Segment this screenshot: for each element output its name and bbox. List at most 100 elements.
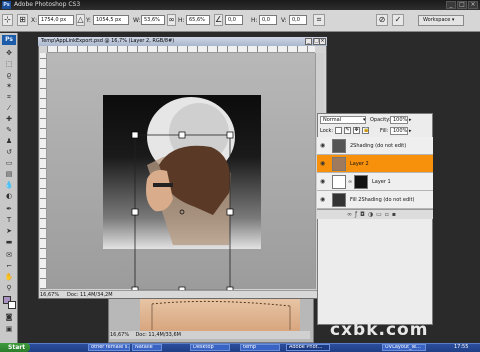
y-position-field[interactable]: 1054,5 px xyxy=(93,15,129,25)
opacity-field[interactable]: 100% xyxy=(390,116,408,124)
cancel-transform-icon[interactable]: ⊘ xyxy=(376,14,388,26)
transform-bounding-box[interactable] xyxy=(130,130,236,300)
new-group-icon[interactable]: ▭ xyxy=(376,211,385,218)
reference-point-icon[interactable]: ⊞ xyxy=(17,14,28,26)
lock-position-icon[interactable]: ✥ xyxy=(353,127,360,134)
lock-transparency-icon[interactable] xyxy=(335,127,342,134)
taskbar-item[interactable]: other female s... xyxy=(88,344,130,351)
warp-mode-icon[interactable]: ⌗ xyxy=(313,14,325,26)
height-field[interactable]: 65,6% xyxy=(186,15,210,25)
minimize-button[interactable]: _ xyxy=(446,1,456,9)
taskbar-item[interactable]: UVLayout_le... xyxy=(382,344,426,351)
marquee-tool-icon[interactable]: ⬚ xyxy=(3,59,15,69)
doc-size: Doc: 11,4M/34,2M xyxy=(67,292,113,298)
commit-transform-icon[interactable]: ✓ xyxy=(392,14,404,26)
photoshop-app-icon: Ps xyxy=(2,1,11,9)
fill-slider-icon[interactable]: ▸ xyxy=(409,128,412,134)
taskbar-item[interactable]: Desktop xyxy=(190,344,230,351)
rotate-icon: ∠ xyxy=(214,14,223,26)
lock-all-icon[interactable]: 🔒 xyxy=(362,127,369,134)
adjustment-layer-icon[interactable]: ◑ xyxy=(368,211,376,218)
layers-panel-footer: ∞ƒ◘◑▭▫▪ xyxy=(317,209,433,219)
crop-tool-icon[interactable]: ⌗ xyxy=(3,92,15,102)
shoulder-selection-path xyxy=(151,300,291,330)
lock-pixels-icon[interactable]: ✎ xyxy=(344,127,351,134)
h-skew-field[interactable]: 0,0 xyxy=(259,15,277,25)
opacity-slider-icon[interactable]: ▸ xyxy=(409,117,412,123)
document-minimize-button[interactable]: _ xyxy=(305,38,312,45)
document-title-bar[interactable]: Temp\AppLinkExport.psd @ 16,7% (Layer 2,… xyxy=(38,37,327,46)
slice-tool-icon[interactable]: ⁄ xyxy=(3,103,15,113)
taskbar-item[interactable]: Natalie xyxy=(132,344,162,351)
layer-row[interactable]: ◉ ∞ Layer 1 xyxy=(317,173,433,191)
document-close-button[interactable]: × xyxy=(319,38,326,45)
visibility-eye-icon[interactable]: ◉ xyxy=(320,196,328,204)
vertical-ruler[interactable] xyxy=(40,53,47,289)
taskbar-item[interactable]: temp xyxy=(240,344,280,351)
background-color-swatch[interactable] xyxy=(8,301,16,309)
pen-tool-icon[interactable]: ✒ xyxy=(3,204,15,214)
move-tool-icon[interactable]: ✥ xyxy=(3,48,15,58)
ps-logo: Ps xyxy=(2,35,16,45)
dodge-tool-icon[interactable]: ◐ xyxy=(3,191,15,201)
start-button[interactable]: Start xyxy=(0,343,30,352)
eyedropper-tool-icon[interactable]: ⌐ xyxy=(3,261,15,271)
new-layer-icon[interactable]: ▫ xyxy=(385,211,392,218)
visibility-eye-icon[interactable]: ◉ xyxy=(320,142,328,150)
zoom-level: 16,67% xyxy=(40,292,60,298)
transform-tool-icon[interactable]: ⊹ xyxy=(2,14,13,26)
layer-thumbnail xyxy=(332,139,346,153)
magic-wand-tool-icon[interactable]: ✶ xyxy=(3,81,15,91)
link-icon[interactable]: ∞ xyxy=(167,14,176,26)
relative-position-icon[interactable]: △ xyxy=(76,14,85,26)
close-button[interactable]: × xyxy=(468,1,478,9)
h-skew-label: H: xyxy=(251,17,258,24)
layer-name: Layer 1 xyxy=(372,179,391,185)
layer-row[interactable]: ◉ 2Shading (do not edit) xyxy=(317,137,433,155)
healing-brush-tool-icon[interactable]: ✚ xyxy=(3,114,15,124)
visibility-eye-icon[interactable]: ◉ xyxy=(320,178,328,186)
blend-mode-select[interactable]: Normal xyxy=(320,116,366,124)
lock-label: Lock: xyxy=(320,128,334,134)
history-brush-tool-icon[interactable]: ↺ xyxy=(3,147,15,157)
layer-mask-icon[interactable]: ◘ xyxy=(360,211,368,218)
type-tool-icon[interactable]: T xyxy=(3,215,15,225)
screen-mode-icon[interactable]: ▣ xyxy=(3,324,15,334)
fill-field[interactable]: 100% xyxy=(390,127,408,135)
workspace-button[interactable]: Workspace ▾ xyxy=(418,15,464,26)
link-layers-icon[interactable]: ∞ xyxy=(347,211,355,218)
layer-link-icon: ∞ xyxy=(348,179,353,185)
lasso-tool-icon[interactable]: ϱ xyxy=(3,70,15,80)
blur-tool-icon[interactable]: 💧 xyxy=(3,180,15,190)
width-field[interactable]: 53,6% xyxy=(141,15,165,25)
zoom-tool-icon[interactable]: ⚲ xyxy=(3,283,15,293)
layer-row[interactable]: ◉ Layer 2 xyxy=(317,155,433,173)
watermark: cxbk.com xyxy=(330,320,429,340)
clone-stamp-tool-icon[interactable]: ♟ xyxy=(3,136,15,146)
blend-mode-chevron-icon[interactable]: ▾ xyxy=(363,117,368,123)
delete-layer-icon[interactable]: ▪ xyxy=(392,211,399,218)
eraser-tool-icon[interactable]: ▭ xyxy=(3,158,15,168)
layer-row[interactable]: ◉ Fill 2Shading (do not edit) xyxy=(317,191,433,209)
x-position-field[interactable]: 1754,0 px xyxy=(38,15,74,25)
v-skew-field[interactable]: 0,0 xyxy=(289,15,307,25)
v-skew-label: V: xyxy=(281,17,287,24)
maximize-button[interactable]: □ xyxy=(457,1,467,9)
h-label: H: xyxy=(178,17,185,24)
taskbar-item-active[interactable]: Adobe Phot... xyxy=(286,344,330,351)
horizontal-ruler[interactable] xyxy=(47,46,315,53)
title-bar: Adobe Photoshop CS3 xyxy=(0,0,480,10)
shape-tool-icon[interactable]: ▬ xyxy=(3,237,15,247)
angle-field[interactable]: 0,0 xyxy=(225,15,243,25)
brush-tool-icon[interactable]: ✎ xyxy=(3,125,15,135)
visibility-eye-icon[interactable]: ◉ xyxy=(320,160,328,168)
fill-label: Fill: xyxy=(380,128,389,134)
quick-mask-icon[interactable]: ◙ xyxy=(3,312,15,322)
layer-mask-thumbnail xyxy=(354,175,368,189)
gradient-tool-icon[interactable]: ▤ xyxy=(3,169,15,179)
workspace-label: Workspace xyxy=(423,17,451,23)
window-title: Adobe Photoshop CS3 xyxy=(14,1,81,8)
path-selection-tool-icon[interactable]: ➤ xyxy=(3,226,15,236)
hand-tool-icon[interactable]: ✋ xyxy=(3,272,15,282)
notes-tool-icon[interactable]: ✉ xyxy=(3,250,15,260)
